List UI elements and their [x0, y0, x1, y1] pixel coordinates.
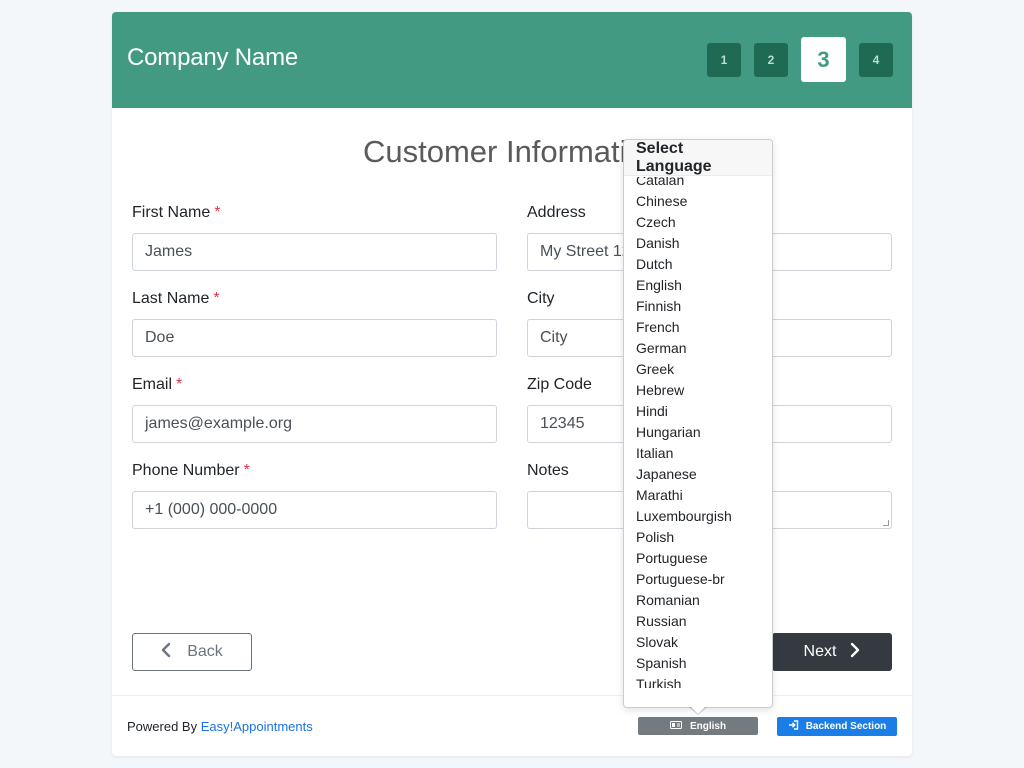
language-option[interactable]: Russian	[636, 611, 732, 632]
language-option[interactable]: English	[636, 275, 732, 296]
language-option[interactable]: Hebrew	[636, 380, 732, 401]
last-name-label-text: Last Name	[132, 290, 210, 307]
chevron-right-icon	[850, 642, 860, 663]
first-name-input[interactable]: James	[132, 233, 497, 271]
language-option[interactable]: Portuguese-br	[636, 569, 732, 590]
step-4[interactable]: 4	[859, 43, 893, 77]
back-button[interactable]: Back	[132, 633, 252, 671]
language-option[interactable]: French	[636, 317, 732, 338]
language-option[interactable]: Portuguese	[636, 548, 732, 569]
language-option[interactable]: Turkish	[636, 674, 732, 688]
popover-title: Select Language	[624, 140, 772, 176]
popover-arrow-fill	[690, 706, 706, 714]
required-marker: *	[243, 462, 250, 479]
page-title: Customer Information	[362, 134, 662, 169]
footer-divider	[112, 695, 912, 696]
language-option[interactable]: Spanish	[636, 653, 732, 674]
phone-label-text: Phone Number	[132, 462, 240, 479]
booking-header: Company Name 1 2 3 4	[112, 12, 912, 108]
powered-by: Powered By Easy!Appointments	[127, 719, 313, 734]
language-option[interactable]: Slovak	[636, 632, 732, 653]
step-2[interactable]: 2	[754, 43, 788, 77]
sign-in-icon	[788, 720, 799, 733]
language-option[interactable]: Czech	[636, 212, 732, 233]
address-label: Address	[527, 204, 586, 221]
language-option[interactable]: Hindi	[636, 401, 732, 422]
language-list-container[interactable]: Catalan Chinese Czech Danish Dutch English Fin…	[624, 177, 772, 688]
email-input[interactable]: james@example.org	[132, 405, 497, 443]
language-option[interactable]: Japanese	[636, 464, 732, 485]
select-language-button[interactable]: English	[638, 717, 758, 735]
language-popover: Select Language Catalan Chinese Czech Danis…	[623, 139, 773, 708]
required-marker: *	[213, 290, 220, 307]
language-option[interactable]: Marathi	[636, 485, 732, 506]
language-list: Catalan Chinese Czech Danish Dutch English Fin…	[636, 177, 732, 688]
language-button-label: English	[689, 720, 727, 732]
phone-input[interactable]: +1 (000) 000-0000	[132, 491, 497, 529]
language-option[interactable]: Romanian	[636, 590, 732, 611]
language-option[interactable]: Catalan	[636, 177, 732, 191]
language-option[interactable]: German	[636, 338, 732, 359]
step-1[interactable]: 1	[707, 43, 741, 77]
email-label: Email *	[132, 376, 182, 394]
last-name-label: Last Name *	[132, 290, 220, 308]
language-option[interactable]: Polish	[636, 527, 732, 548]
backend-button-label: Backend Section	[805, 721, 887, 732]
back-button-label: Back	[187, 643, 223, 660]
email-label-text: Email	[132, 376, 173, 393]
language-option[interactable]: Greek	[636, 359, 732, 380]
language-option[interactable]: Dutch	[636, 254, 732, 275]
first-name-label: First Name *	[132, 204, 220, 222]
language-option[interactable]: Italian	[636, 443, 732, 464]
language-option[interactable]: Luxembourgish	[636, 506, 732, 527]
required-marker: *	[214, 204, 221, 221]
city-label: City	[527, 290, 555, 307]
backend-section-button[interactable]: Backend Section	[777, 717, 897, 736]
next-button-label: Next	[803, 643, 837, 660]
chevron-left-icon	[161, 642, 171, 663]
easy-appointments-link[interactable]: Easy!Appointments	[201, 719, 313, 734]
language-icon	[669, 720, 682, 732]
powered-by-text: Powered By	[127, 719, 198, 734]
booking-card: Company Name 1 2 3 4 Customer Informatio…	[112, 12, 912, 756]
language-option[interactable]: Chinese	[636, 191, 732, 212]
phone-label: Phone Number *	[132, 462, 250, 480]
language-option[interactable]: Danish	[636, 233, 732, 254]
required-marker: *	[176, 376, 183, 393]
resize-handle[interactable]	[883, 520, 889, 526]
last-name-input[interactable]: Doe	[132, 319, 497, 357]
notes-label: Notes	[527, 462, 569, 479]
zip-code-label: Zip Code	[527, 376, 592, 393]
company-name: Company Name	[127, 44, 299, 71]
language-option[interactable]: Finnish	[636, 296, 732, 317]
first-name-label-text: First Name	[132, 204, 211, 221]
next-button[interactable]: Next	[772, 633, 892, 671]
language-option[interactable]: Hungarian	[636, 422, 732, 443]
step-3-active[interactable]: 3	[801, 37, 846, 82]
